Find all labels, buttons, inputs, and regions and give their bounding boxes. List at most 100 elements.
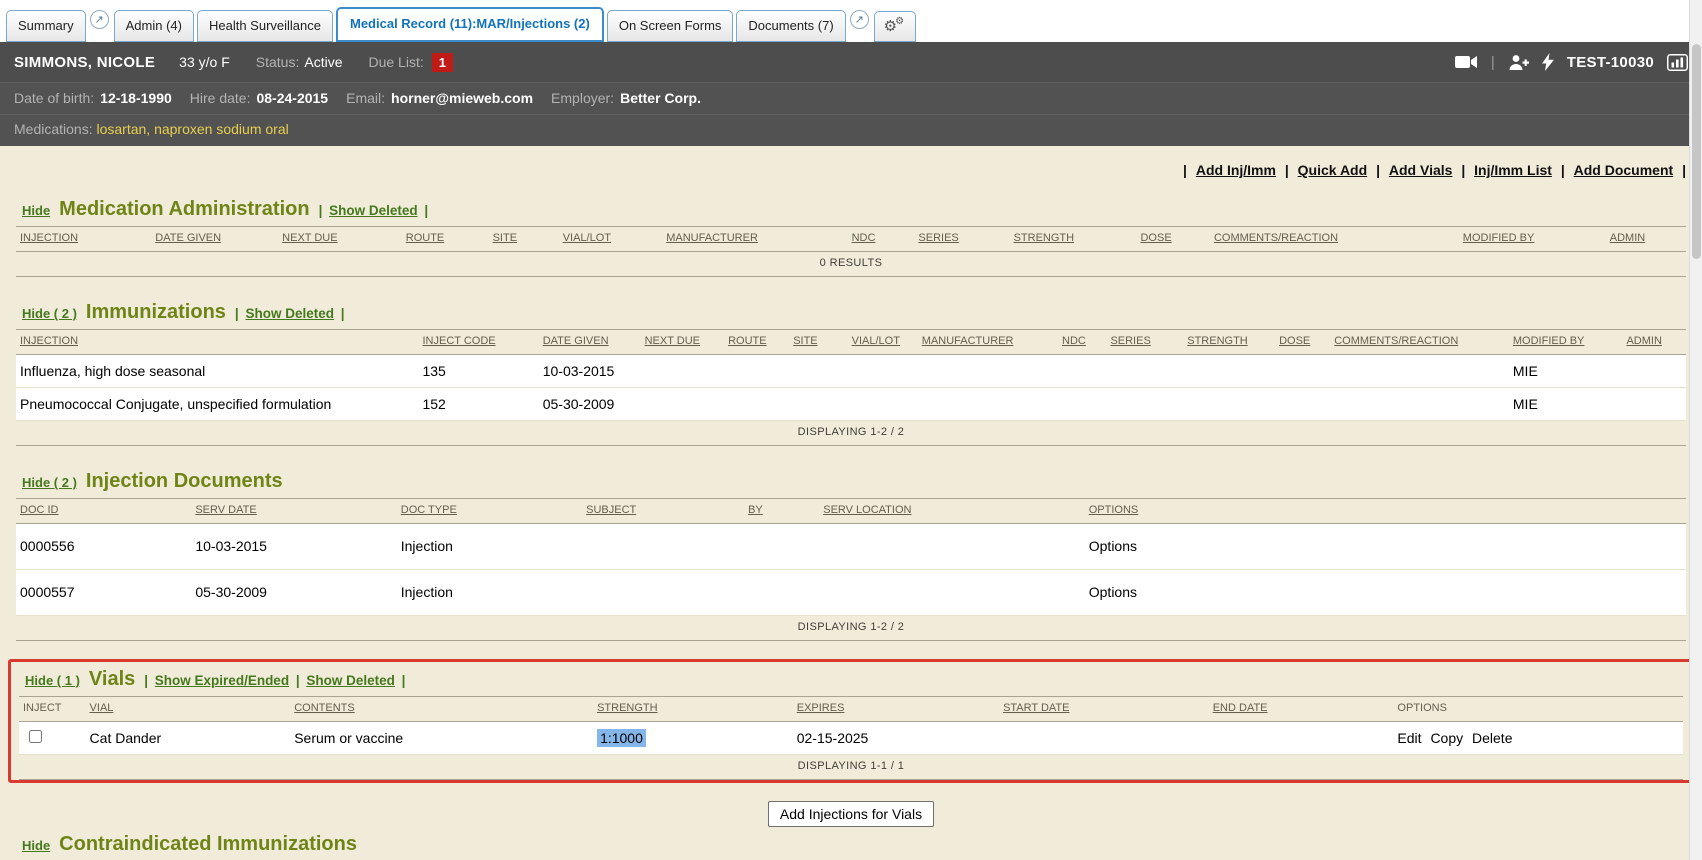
show-deleted-vials-link[interactable]: Show Deleted bbox=[306, 673, 395, 688]
tab-admin[interactable]: Admin (4) bbox=[114, 10, 194, 42]
tab-medical-record[interactable]: Medical Record (11):MAR/Injections (2) bbox=[336, 7, 604, 42]
add-person-icon[interactable] bbox=[1508, 54, 1529, 71]
hide-med-admin-link[interactable]: Hide bbox=[22, 203, 50, 218]
vial-select-checkbox[interactable] bbox=[29, 730, 42, 743]
col-doc-id[interactable]: DOC ID bbox=[16, 499, 191, 524]
col-by[interactable]: BY bbox=[744, 499, 819, 524]
col-vial-lot[interactable]: VIAL/LOT bbox=[848, 330, 918, 355]
injection-documents-table: DOC ID SERV DATE DOC TYPE SUBJECT BY SER… bbox=[16, 498, 1686, 616]
col-comments-reaction[interactable]: COMMENTS/REACTION bbox=[1330, 330, 1509, 355]
col-site[interactable]: SITE bbox=[489, 227, 559, 252]
scrollbar-thumb[interactable] bbox=[1692, 44, 1701, 259]
icon-separator: | bbox=[1491, 54, 1495, 71]
separator bbox=[1376, 162, 1380, 178]
col-comments-reaction[interactable]: COMMENTS/REACTION bbox=[1210, 227, 1459, 252]
col-route[interactable]: ROUTE bbox=[402, 227, 489, 252]
video-camera-icon[interactable] bbox=[1455, 55, 1478, 69]
col-ndc[interactable]: NDC bbox=[848, 227, 915, 252]
col-strength[interactable]: STRENGTH bbox=[1183, 330, 1275, 355]
col-admin[interactable]: ADMIN bbox=[1622, 330, 1686, 355]
col-serv-date[interactable]: SERV DATE bbox=[191, 499, 396, 524]
hide-injection-documents-link[interactable]: Hide ( 2 ) bbox=[22, 475, 77, 490]
col-next-due[interactable]: NEXT DUE bbox=[641, 330, 724, 355]
status-label: Status: bbox=[256, 54, 300, 70]
col-next-due[interactable]: NEXT DUE bbox=[278, 227, 402, 252]
col-subject[interactable]: SUBJECT bbox=[582, 499, 744, 524]
dob-label: Date of birth: bbox=[14, 90, 94, 106]
annotation-highlight-box: Hide ( 1 ) Vials Show Expired/Ended Show… bbox=[8, 659, 1694, 783]
action-links: Add Inj/Imm Quick Add Add Vials Inj/Imm … bbox=[16, 162, 1686, 178]
col-inject-code[interactable]: INJECT CODE bbox=[418, 330, 538, 355]
options-link[interactable]: Options bbox=[1089, 538, 1137, 554]
dob-value: 12-18-1990 bbox=[100, 90, 172, 106]
col-site[interactable]: SITE bbox=[789, 330, 847, 355]
popout-icon[interactable]: ↗ bbox=[90, 10, 109, 29]
cell-vial: Cat Dander bbox=[86, 722, 291, 755]
immunizations-table: INJECTION INJECT CODE DATE GIVEN NEXT DU… bbox=[16, 329, 1686, 421]
col-strength[interactable]: STRENGTH bbox=[1010, 227, 1137, 252]
col-expires[interactable]: EXPIRES bbox=[793, 697, 999, 722]
table-row: Cat Dander Serum or vaccine 1:1000 02-15… bbox=[19, 722, 1683, 755]
hide-vials-link[interactable]: Hide ( 1 ) bbox=[25, 673, 80, 688]
col-route[interactable]: ROUTE bbox=[724, 330, 789, 355]
separator bbox=[1561, 162, 1565, 178]
quick-add-link[interactable]: Quick Add bbox=[1298, 162, 1368, 178]
contraindicated-title: Contraindicated Immunizations bbox=[59, 833, 357, 856]
options-link[interactable]: Options bbox=[1089, 584, 1137, 600]
col-modified-by[interactable]: MODIFIED BY bbox=[1459, 227, 1606, 252]
tab-bar: Summary ↗ Admin (4) Health Surveillance … bbox=[0, 0, 1702, 42]
medication-link-naproxen[interactable]: naproxen sodium oral bbox=[146, 121, 288, 137]
col-injection[interactable]: INJECTION bbox=[16, 330, 418, 355]
copy-link[interactable]: Copy bbox=[1430, 730, 1463, 746]
hide-immunizations-link[interactable]: Hide ( 2 ) bbox=[22, 306, 77, 321]
col-modified-by[interactable]: MODIFIED BY bbox=[1509, 330, 1623, 355]
button-row: Add Injections for Vials bbox=[16, 783, 1686, 833]
medication-link-losartan[interactable]: losartan bbox=[96, 121, 146, 137]
show-deleted-immunizations-link[interactable]: Show Deleted bbox=[245, 306, 334, 321]
separator bbox=[1461, 162, 1465, 178]
col-manufacturer[interactable]: MANUFACTURER bbox=[662, 227, 847, 252]
col-series[interactable]: SERIES bbox=[914, 227, 1009, 252]
col-date-given[interactable]: DATE GIVEN bbox=[151, 227, 278, 252]
vertical-scrollbar[interactable] bbox=[1689, 0, 1702, 860]
col-vial-lot[interactable]: VIAL/LOT bbox=[559, 227, 663, 252]
add-inj-imm-link[interactable]: Add Inj/Imm bbox=[1196, 162, 1276, 178]
col-options[interactable]: OPTIONS bbox=[1085, 499, 1686, 524]
col-contents[interactable]: CONTENTS bbox=[290, 697, 593, 722]
popout-icon[interactable]: ↗ bbox=[850, 10, 869, 29]
show-deleted-med-admin-link[interactable]: Show Deleted bbox=[329, 203, 418, 218]
col-ndc[interactable]: NDC bbox=[1058, 330, 1106, 355]
hire-date-label: Hire date: bbox=[190, 90, 251, 106]
add-injections-for-vials-button[interactable]: Add Injections for Vials bbox=[768, 801, 934, 827]
settings-gear-icon[interactable]: ⚙⚙ bbox=[874, 11, 916, 42]
hide-contraindicated-link[interactable]: Hide bbox=[22, 838, 50, 853]
edit-link[interactable]: Edit bbox=[1397, 730, 1421, 746]
col-end-date[interactable]: END DATE bbox=[1209, 697, 1394, 722]
med-admin-results-count: 0 RESULTS bbox=[16, 252, 1686, 277]
tab-documents[interactable]: Documents (7) bbox=[736, 10, 845, 42]
add-document-link[interactable]: Add Document bbox=[1574, 162, 1674, 178]
col-series[interactable]: SERIES bbox=[1106, 330, 1183, 355]
add-vials-link[interactable]: Add Vials bbox=[1389, 162, 1453, 178]
col-dose[interactable]: DOSE bbox=[1275, 330, 1330, 355]
due-list-count-badge[interactable]: 1 bbox=[432, 53, 453, 72]
stats-chart-icon[interactable] bbox=[1667, 54, 1688, 71]
tab-on-screen-forms[interactable]: On Screen Forms bbox=[607, 10, 734, 42]
delete-link[interactable]: Delete bbox=[1472, 730, 1512, 746]
tab-health-surveillance[interactable]: Health Surveillance bbox=[197, 10, 333, 42]
status-value: Active bbox=[304, 54, 342, 70]
col-strength[interactable]: STRENGTH bbox=[593, 697, 793, 722]
col-manufacturer[interactable]: MANUFACTURER bbox=[918, 330, 1058, 355]
col-injection[interactable]: INJECTION bbox=[16, 227, 151, 252]
lightning-bolt-icon[interactable] bbox=[1542, 53, 1554, 71]
show-expired-ended-link[interactable]: Show Expired/Ended bbox=[155, 673, 289, 688]
col-vial[interactable]: VIAL bbox=[86, 697, 291, 722]
col-serv-location[interactable]: SERV LOCATION bbox=[819, 499, 1085, 524]
col-dose[interactable]: DOSE bbox=[1136, 227, 1209, 252]
col-admin[interactable]: ADMIN bbox=[1606, 227, 1686, 252]
col-date-given[interactable]: DATE GIVEN bbox=[539, 330, 641, 355]
tab-summary[interactable]: Summary bbox=[6, 10, 86, 42]
col-start-date[interactable]: START DATE bbox=[999, 697, 1209, 722]
inj-imm-list-link[interactable]: Inj/Imm List bbox=[1474, 162, 1552, 178]
col-doc-type[interactable]: DOC TYPE bbox=[397, 499, 582, 524]
